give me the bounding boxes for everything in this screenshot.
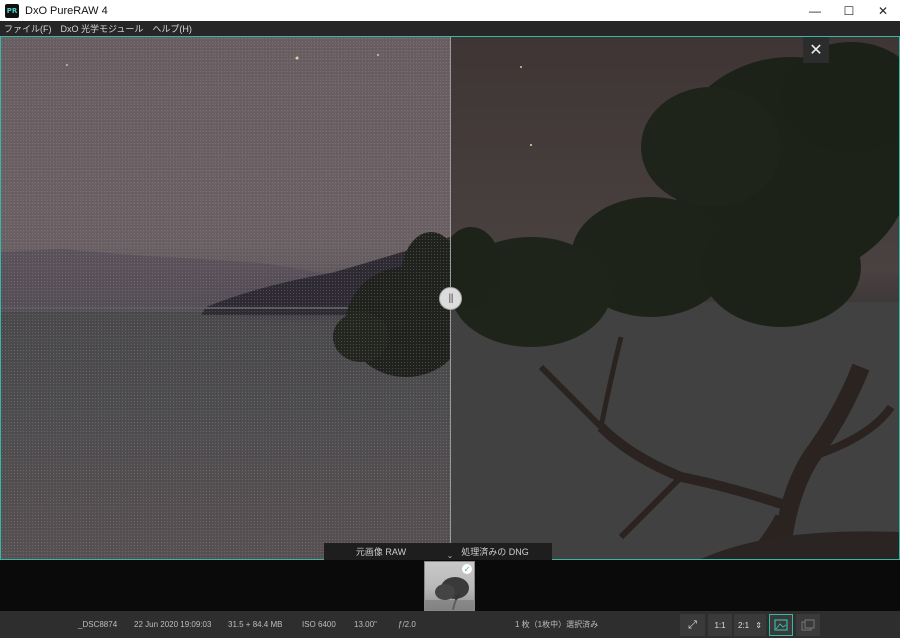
filename-text: _DSC8874 [78, 620, 118, 629]
original-raw-pane [1, 37, 450, 559]
compare-labels: 元画像 RAW 処理済みの DNG [324, 543, 552, 560]
processed-image-scene [451, 42, 899, 559]
menu-help[interactable]: ヘルプ(H) [152, 22, 192, 35]
chevron-down-icon[interactable]: ⌄ [442, 551, 458, 560]
select-arrows-icon: ⇕ [755, 620, 762, 630]
compare-view-glyph [801, 619, 815, 631]
title-bar: PR DxO PureRAW 4 — ☐ ✕ [0, 0, 900, 21]
single-image-view-icon[interactable] [769, 614, 793, 636]
single-view-glyph [774, 619, 788, 631]
zoom-level-select[interactable]: 2:1 ⇕ [734, 614, 766, 636]
selection-count-text: 1 枚（1枚中）選択済み [515, 620, 599, 629]
close-window-button[interactable]: ✕ [866, 0, 900, 21]
maximize-button[interactable]: ☐ [832, 0, 866, 21]
original-raw-label: 元画像 RAW [355, 547, 407, 557]
minimize-button[interactable]: — [798, 0, 832, 21]
menu-file[interactable]: ファイル(F) [4, 22, 52, 35]
menu-optics-modules[interactable]: DxO 光学モジュール [61, 22, 144, 35]
filmstrip: ✓ [0, 560, 900, 611]
capture-datetime-text: 22 Jun 2020 19:09:03 [134, 620, 212, 629]
menu-bar: ファイル(F) DxO 光学モジュール ヘルプ(H) [0, 21, 900, 36]
file-size-text: 31.5 + 84.4 MB [228, 620, 283, 629]
image-thumbnail[interactable]: ✓ [424, 561, 475, 611]
window-controls: — ☐ ✕ [798, 0, 900, 21]
compare-divider-handle[interactable]: ||| [439, 287, 462, 310]
image-compare-viewer[interactable]: ||| ✕ [0, 36, 900, 560]
window-title: DxO PureRAW 4 [25, 4, 108, 17]
compare-view-icon[interactable] [796, 614, 820, 636]
iso-text: ISO 6400 [302, 620, 336, 629]
processed-dng-pane [451, 37, 899, 559]
aperture-text: ƒ/2.0 [398, 620, 416, 629]
status-bar: _DSC8874 22 Jun 2020 19:09:03 31.5 + 84.… [0, 611, 900, 638]
fit-screen-icon[interactable]: ⤢ [680, 614, 705, 636]
close-icon[interactable]: ✕ [803, 37, 829, 63]
shutter-speed-text: 13.00" [354, 620, 377, 629]
app-logo-icon: PR [5, 3, 19, 18]
zoom-1-1-button[interactable]: 1:1 [708, 614, 732, 636]
original-image-scene [1, 54, 450, 377]
app-window: PR DxO PureRAW 4 — ☐ ✕ ファイル(F) DxO 光学モジュ… [0, 0, 900, 638]
processed-check-icon: ✓ [462, 564, 472, 574]
zoom-level-value: 2:1 [738, 620, 750, 630]
